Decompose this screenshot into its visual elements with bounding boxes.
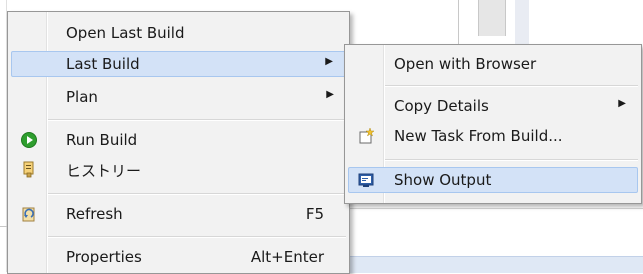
menu-separator [48, 236, 346, 238]
history-icon [23, 161, 34, 178]
menu-separator [385, 159, 638, 161]
menu-item-open-with-browser[interactable]: Open with Browser [348, 51, 638, 77]
menu-item-label: Last Build [66, 55, 140, 73]
menu-item-copy-details[interactable]: Copy Details ▶ [348, 93, 638, 119]
menu-item-label: Open Last Build [66, 24, 185, 42]
menu-separator [385, 85, 638, 87]
menu-item-label: Show Output [394, 171, 492, 189]
menu-item-label: Plan [66, 88, 98, 106]
scrollbar-fragment[interactable] [478, 0, 506, 36]
menu-item-last-build[interactable]: Last Build ▶ [11, 51, 346, 77]
shortcut-label: Alt+Enter [250, 248, 324, 266]
submenu-arrow-icon: ▶ [325, 56, 333, 67]
menu-item-history[interactable]: ヒストリー [11, 156, 346, 182]
context-menu: Open Last Build Last Build ▶ Plan ▶ Run … [7, 11, 350, 274]
menu-item-new-task-from-build[interactable]: New Task From Build... [348, 123, 638, 149]
menu-separator [48, 119, 346, 121]
submenu-last-build: Open with Browser Copy Details ▶ New Tas… [344, 44, 642, 204]
refresh-icon [22, 207, 35, 222]
menu-item-label: Open with Browser [394, 55, 537, 73]
menu-separator [48, 193, 346, 195]
menu-item-open-last-build[interactable]: Open Last Build [11, 20, 346, 46]
panel-divider [458, 0, 459, 46]
menu-item-show-output[interactable]: Show Output [348, 167, 638, 193]
menu-item-label: Run Build [66, 131, 138, 149]
shortcut-label: F5 [305, 205, 324, 223]
submenu-arrow-icon: ▶ [326, 89, 334, 100]
menu-item-label: Refresh [66, 205, 123, 223]
menu-item-label: ヒストリー [66, 162, 142, 180]
menu-item-label: New Task From Build... [394, 127, 563, 145]
menu-item-plan[interactable]: Plan ▶ [11, 84, 346, 110]
divider-line [348, 208, 643, 209]
status-strip [348, 256, 643, 273]
menu-item-properties[interactable]: Properties Alt+Enter [11, 244, 346, 270]
submenu-arrow-icon: ▶ [618, 98, 626, 109]
new-task-icon [359, 127, 375, 144]
window-left-edge [0, 0, 7, 272]
menu-item-run-build[interactable]: Run Build [11, 127, 346, 153]
console-icon [358, 173, 374, 187]
menu-item-refresh[interactable]: Refresh F5 [11, 201, 346, 227]
menu-item-label: Properties [66, 248, 142, 266]
play-icon [21, 132, 37, 148]
panel-fragment [515, 0, 529, 46]
menu-item-label: Copy Details [394, 97, 489, 115]
